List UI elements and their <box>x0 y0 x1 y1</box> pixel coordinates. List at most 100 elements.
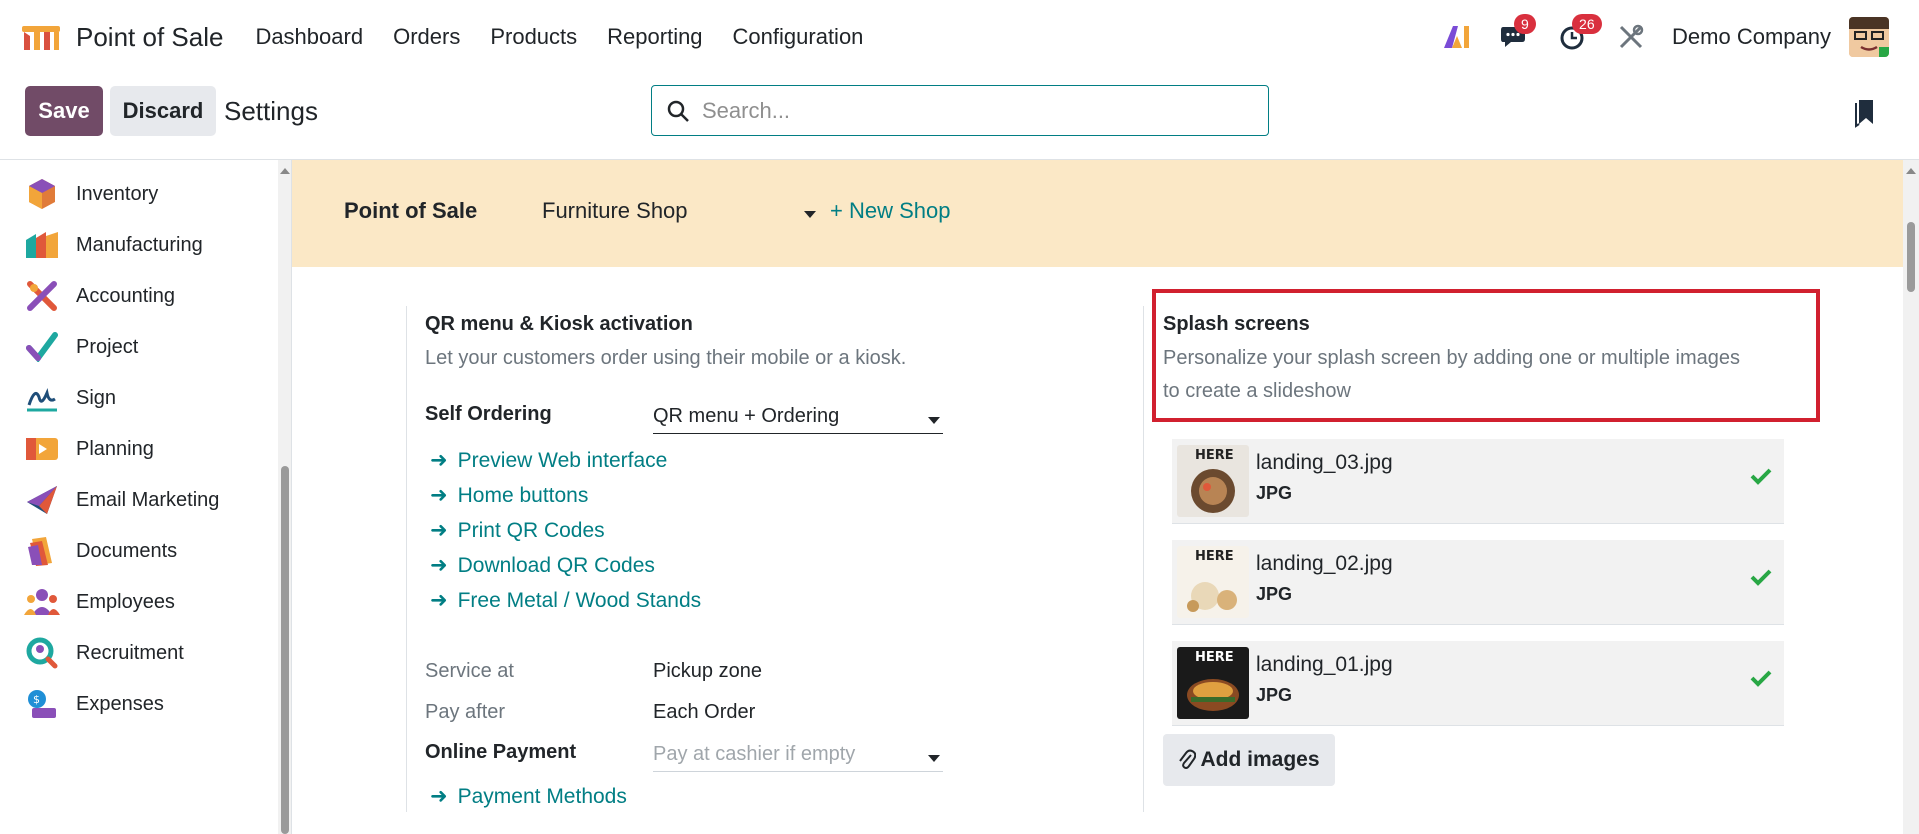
shop-selector-bar: Point of Sale Furniture Shop + New Shop <box>292 160 1903 267</box>
sidebar-item-inventory[interactable]: Inventory <box>24 174 158 214</box>
online-payment-underline <box>653 771 943 772</box>
top-navbar: Point of Sale Dashboard Orders Products … <box>0 0 1919 74</box>
image-thumbnail[interactable]: HERE <box>1177 546 1249 618</box>
main-scrollbar[interactable] <box>1903 160 1919 834</box>
sidebar-item-recruitment[interactable]: Recruitment <box>24 633 184 673</box>
section-divider <box>1143 306 1144 812</box>
image-filetype: JPG <box>1256 584 1293 604</box>
image-card[interactable]: HERE landing_02.jpg JPG <box>1172 540 1784 625</box>
arrow-right-icon: ➜ <box>430 519 448 542</box>
user-avatar[interactable] <box>1849 17 1889 57</box>
image-filetype: JPG <box>1256 685 1293 705</box>
service-at-value[interactable]: Pickup zone <box>653 660 762 683</box>
payment-methods-link[interactable]: ➜ Payment Methods <box>430 784 627 809</box>
caret-down-icon[interactable] <box>928 755 940 762</box>
manufacturing-icon <box>24 227 60 263</box>
pay-after-value[interactable]: Each Order <box>653 701 755 724</box>
paperclip-icon <box>1179 749 1197 769</box>
add-images-button[interactable]: Add images <box>1163 734 1335 786</box>
discard-button[interactable]: Discard <box>110 86 216 136</box>
svg-text:HERE: HERE <box>1195 448 1234 463</box>
image-thumbnail[interactable]: HERE <box>1177 647 1249 719</box>
sidebar-item-label: Sign <box>76 386 117 409</box>
navbar-systray: 9 26 Demo Company <box>1416 0 1889 74</box>
sidebar-scrollbar[interactable] <box>278 160 291 834</box>
sidebar-item-documents[interactable]: Documents <box>24 531 177 571</box>
sidebar-item-label: Inventory <box>76 182 159 205</box>
caret-down-icon[interactable] <box>804 211 816 218</box>
search-icon <box>667 100 689 122</box>
activity-badge: 26 <box>1572 14 1602 34</box>
svg-text:HERE: HERE <box>1195 650 1234 665</box>
self-ordering-underline <box>653 433 943 434</box>
sidebar-item-planning[interactable]: Planning <box>24 429 154 469</box>
menu-dashboard[interactable]: Dashboard <box>255 24 363 50</box>
menu-orders[interactable]: Orders <box>393 24 460 50</box>
menu-products[interactable]: Products <box>490 24 577 50</box>
online-payment-select[interactable]: Pay at cashier if empty <box>653 743 855 766</box>
arrow-right-icon: ➜ <box>430 554 448 577</box>
menu-configuration[interactable]: Configuration <box>733 24 864 50</box>
download-qr-link[interactable]: ➜ Download QR Codes <box>430 553 655 578</box>
sidebar-item-project[interactable]: Project <box>24 327 138 367</box>
home-buttons-link[interactable]: ➜ Home buttons <box>430 483 588 508</box>
menu-reporting[interactable]: Reporting <box>607 24 702 50</box>
sidebar-item-manufacturing[interactable]: Manufacturing <box>24 225 203 265</box>
accounting-icon <box>24 278 60 314</box>
sidebar-item-email-marketing[interactable]: Email Marketing <box>24 480 219 520</box>
image-card[interactable]: HERE landing_01.jpg JPG <box>1172 641 1784 726</box>
new-shop-button[interactable]: + New Shop <box>830 198 950 224</box>
sidebar-item-label: Project <box>76 335 139 358</box>
preview-web-link[interactable]: ➜ Preview Web interface <box>430 448 667 473</box>
self-ordering-select[interactable]: QR menu + Ordering <box>653 405 839 428</box>
scroll-up-arrow-icon[interactable] <box>1906 168 1916 174</box>
inventory-icon <box>24 176 60 212</box>
settings-content: Point of Sale Furniture Shop + New Shop … <box>292 160 1903 834</box>
svg-text:$: $ <box>33 693 40 706</box>
ai-assistant-icon[interactable] <box>1440 20 1474 54</box>
image-thumbnail[interactable]: HERE <box>1177 445 1249 517</box>
activity-clock-icon[interactable]: 26 <box>1556 14 1602 54</box>
online-payment-label: Online Payment <box>425 741 577 763</box>
sidebar-item-label: Accounting <box>76 284 175 307</box>
check-icon <box>1750 569 1772 586</box>
app-name[interactable]: Point of Sale <box>76 22 223 53</box>
print-qr-link[interactable]: ➜ Print QR Codes <box>430 518 605 543</box>
expenses-icon: $ <box>24 686 60 722</box>
qr-section-description: Let your customers order using their mob… <box>425 347 907 369</box>
shop-select[interactable]: Furniture Shop <box>542 198 688 224</box>
check-icon <box>1750 468 1772 485</box>
debug-tools-icon[interactable] <box>1614 20 1648 54</box>
sidebar-item-label: Expenses <box>76 692 164 715</box>
image-filename: landing_01.jpg <box>1256 653 1393 676</box>
image-filename: landing_03.jpg <box>1256 451 1393 474</box>
bookmark-icon[interactable] <box>1855 98 1875 128</box>
sidebar-item-sign[interactable]: Sign <box>24 378 116 418</box>
search-input[interactable]: Search... <box>651 85 1269 136</box>
highlight-box <box>1152 289 1820 422</box>
check-icon <box>1750 670 1772 687</box>
stands-link[interactable]: ➜ Free Metal / Wood Stands <box>430 588 701 613</box>
sidebar-scroll-thumb[interactable] <box>281 466 289 834</box>
email-marketing-icon <box>24 482 60 518</box>
main-scroll-thumb[interactable] <box>1907 222 1915 292</box>
pos-app-icon[interactable] <box>20 22 62 52</box>
project-icon <box>24 329 60 365</box>
sidebar-item-employees[interactable]: Employees <box>24 582 175 622</box>
image-filename: landing_02.jpg <box>1256 552 1393 575</box>
save-button[interactable]: Save <box>25 86 103 136</box>
company-switcher[interactable]: Demo Company <box>1672 24 1831 50</box>
chat-icon[interactable]: 9 <box>1498 14 1536 54</box>
caret-down-icon[interactable] <box>928 417 940 424</box>
sidebar-item-expenses[interactable]: $ Expenses <box>24 684 164 724</box>
documents-icon <box>24 533 60 569</box>
sign-icon <box>24 380 60 416</box>
sidebar-item-accounting[interactable]: Accounting <box>24 276 175 316</box>
image-filetype: JPG <box>1256 483 1293 503</box>
qr-section-title: QR menu & Kiosk activation <box>425 313 693 335</box>
arrow-right-icon: ➜ <box>430 449 448 472</box>
search-placeholder: Search... <box>702 97 791 123</box>
scroll-up-arrow-icon[interactable] <box>280 168 290 174</box>
sidebar-item-label: Email Marketing <box>76 488 220 511</box>
image-card[interactable]: HERE landing_03.jpg JPG <box>1172 439 1784 524</box>
